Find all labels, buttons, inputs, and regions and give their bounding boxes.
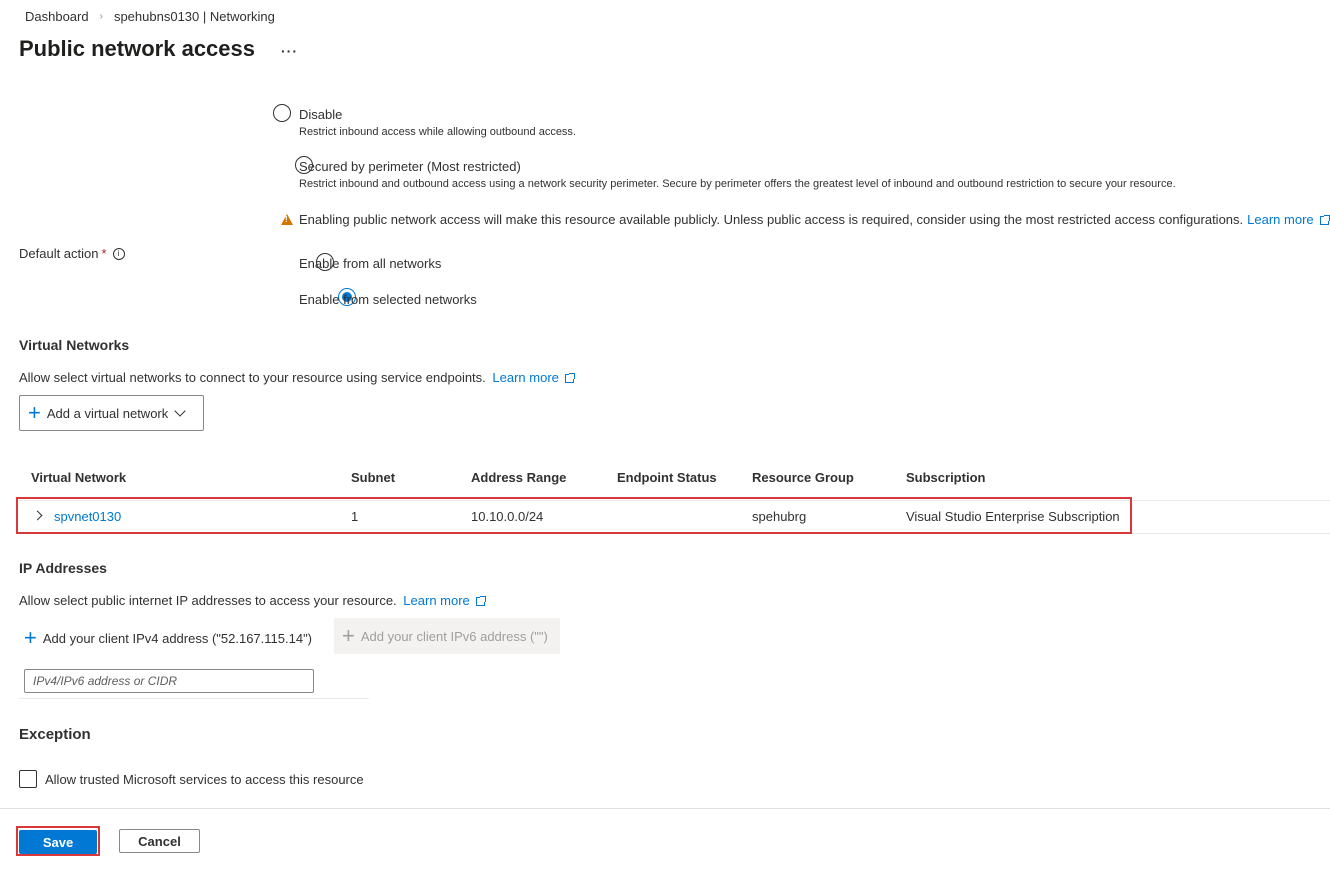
external-link-icon (475, 596, 486, 606)
ip-input-divider (19, 698, 369, 699)
row-highlight-box (16, 497, 1132, 534)
disable-radio[interactable] (273, 104, 291, 122)
ip-addresses-description-row: Allow select public internet IP addresse… (19, 593, 486, 608)
external-link-icon (1319, 215, 1330, 225)
column-header-virtual-network[interactable]: Virtual Network (31, 470, 126, 485)
add-ipv6-label: Add your client IPv6 address ("") (360, 628, 548, 644)
virtual-networks-learn-more-link[interactable]: Learn more (492, 370, 575, 385)
enable-selected-networks-label: Enable from selected networks (299, 292, 477, 307)
exception-title: Exception (19, 726, 91, 743)
warning-learn-more-label: Learn more (1247, 212, 1314, 227)
ip-addresses-learn-more-label: Learn more (403, 593, 470, 608)
ip-addresses-learn-more-link[interactable]: Learn more (403, 593, 486, 608)
column-header-endpoint-status[interactable]: Endpoint Status (617, 470, 717, 485)
add-ipv6-button[interactable]: + Add your client IPv6 address ("") (334, 618, 560, 654)
ip-address-input[interactable] (24, 669, 314, 693)
warning-text: Enabling public network access will make… (299, 212, 1244, 227)
breadcrumb-dashboard[interactable]: Dashboard (25, 9, 89, 24)
cancel-button[interactable]: Cancel (119, 829, 200, 853)
warning-learn-more-link[interactable]: Learn more (1247, 212, 1330, 227)
page-title-row: Public network access ··· (19, 36, 298, 62)
trusted-services-checkbox[interactable] (19, 770, 37, 788)
save-highlight-box (16, 826, 100, 856)
warning-icon (281, 214, 293, 225)
page-title: Public network access (19, 36, 255, 61)
info-icon[interactable]: i (112, 247, 125, 260)
breadcrumb-networking[interactable]: spehubns0130 | Networking (114, 9, 275, 24)
add-virtual-network-button[interactable]: + Add a virtual network (19, 395, 204, 431)
chevron-down-icon (174, 404, 186, 417)
virtual-networks-description-row: Allow select virtual networks to connect… (19, 370, 575, 385)
virtual-networks-title: Virtual Networks (19, 337, 130, 353)
breadcrumb: Dashboard › spehubns0130 | Networking (25, 9, 275, 24)
column-header-address-range[interactable]: Address Range (471, 470, 566, 485)
virtual-networks-learn-more-label: Learn more (492, 370, 559, 385)
virtual-networks-description: Allow select virtual networks to connect… (19, 370, 486, 385)
breadcrumb-separator-icon: › (99, 11, 103, 22)
column-header-resource-group[interactable]: Resource Group (752, 470, 854, 485)
default-action-label: Default action (19, 246, 99, 261)
add-virtual-network-label: Add a virtual network (46, 405, 169, 421)
column-header-subnet[interactable]: Subnet (351, 470, 395, 485)
secured-by-perimeter-description: Restrict inbound and outbound access usi… (299, 178, 1176, 190)
external-link-icon (564, 373, 575, 383)
add-ipv4-button[interactable]: + Add your client IPv4 address ("52.167.… (24, 624, 312, 652)
plus-icon: + (24, 625, 37, 650)
default-action-label-row: Default action * i (19, 246, 125, 261)
column-header-subscription[interactable]: Subscription (906, 470, 985, 485)
ip-addresses-title: IP Addresses (19, 560, 107, 576)
disable-label: Disable (299, 107, 343, 122)
footer-divider (0, 808, 1330, 809)
public-access-warning: Enabling public network access will make… (281, 212, 1330, 227)
enable-all-networks-label: Enable from all networks (299, 256, 442, 271)
plus-icon: + (28, 400, 41, 425)
more-options-icon[interactable]: ··· (281, 43, 298, 59)
plus-icon: + (342, 623, 355, 648)
disable-description: Restrict inbound access while allowing o… (299, 126, 576, 138)
trusted-services-label: Allow trusted Microsoft services to acce… (45, 772, 364, 787)
ip-addresses-description: Allow select public internet IP addresse… (19, 593, 397, 608)
required-asterisk: * (101, 246, 107, 261)
add-ipv4-label: Add your client IPv4 address ("52.167.11… (42, 630, 313, 646)
secured-by-perimeter-label: Secured by perimeter (Most restricted) (299, 159, 521, 174)
